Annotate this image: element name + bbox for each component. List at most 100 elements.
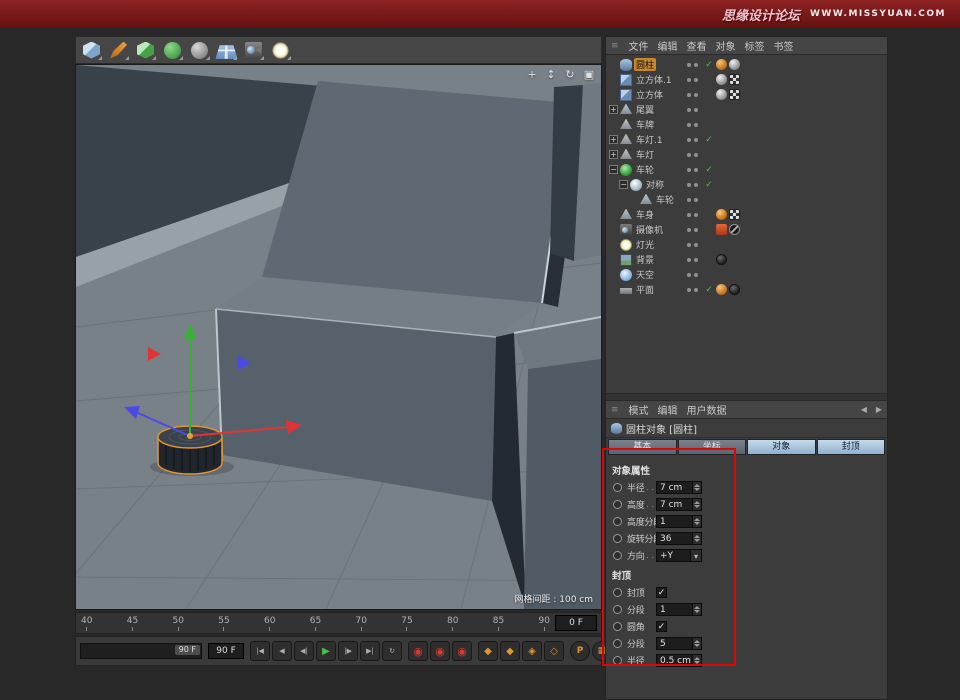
menu-item-查看[interactable]: 查看 xyxy=(687,38,707,53)
goto-start-button[interactable]: |◀ xyxy=(250,641,270,661)
object-row[interactable]: 圆柱✓ xyxy=(606,57,887,72)
checkbox[interactable]: ✓ xyxy=(656,621,667,632)
gizmo-origin[interactable] xyxy=(187,433,193,439)
object-row[interactable]: 灯光 xyxy=(606,237,887,252)
object-row[interactable]: +车灯 xyxy=(606,147,887,162)
visibility-dot[interactable] xyxy=(687,93,691,97)
panel-splitter[interactable] xyxy=(606,394,887,401)
visibility-dot[interactable] xyxy=(694,198,698,202)
menu-item-对象[interactable]: 对象 xyxy=(716,38,736,53)
tab-封顶[interactable]: 封顶 xyxy=(817,439,886,455)
checkbox[interactable]: ✓ xyxy=(656,587,667,598)
next-frame-button[interactable]: |▶ xyxy=(338,641,358,661)
stepper-up-icon[interactable] xyxy=(694,484,700,487)
stepper-down-icon[interactable] xyxy=(694,610,700,613)
end-frame-field[interactable]: 90 F xyxy=(208,643,244,659)
loop-button[interactable]: ↻ xyxy=(382,641,402,661)
toolbar-camera-button[interactable] xyxy=(241,38,266,62)
stepper-down-icon[interactable] xyxy=(694,644,700,647)
value-field[interactable]: 1 xyxy=(656,603,702,616)
prev-frame-button[interactable]: ◀| xyxy=(294,641,314,661)
stepper-down-icon[interactable] xyxy=(694,661,700,664)
play-button[interactable]: ▶ xyxy=(316,641,336,661)
visibility-dot[interactable] xyxy=(687,63,691,67)
visibility-dot[interactable] xyxy=(687,213,691,217)
menu-item-文件[interactable]: 文件 xyxy=(629,38,649,53)
object-row[interactable]: 平面✓ xyxy=(606,282,887,297)
value-field[interactable]: 7 cm xyxy=(656,481,702,494)
animation-dot-icon[interactable] xyxy=(613,534,622,543)
stepper-up-icon[interactable] xyxy=(694,501,700,504)
expander-icon[interactable]: + xyxy=(609,150,618,159)
visibility-dot[interactable] xyxy=(687,123,691,127)
animation-dot-icon[interactable] xyxy=(613,588,622,597)
stepper-down-icon[interactable] xyxy=(694,488,700,491)
object-row[interactable]: 车牌 xyxy=(606,117,887,132)
value-field[interactable]: 1 xyxy=(656,515,702,528)
panel-prev-arrow[interactable]: ◀ xyxy=(861,405,867,414)
stepper-arrows[interactable] xyxy=(692,604,701,615)
tab-坐标[interactable]: 坐标 xyxy=(678,439,747,455)
visibility-dot[interactable] xyxy=(694,108,698,112)
timeline-ruler[interactable]: 4045505560657075808590 0 F xyxy=(75,612,602,634)
stepper-down-icon[interactable] xyxy=(694,505,700,508)
visibility-dot[interactable] xyxy=(687,168,691,172)
animation-dot-icon[interactable] xyxy=(613,551,622,560)
record-keyframe-button[interactable]: ◆ xyxy=(478,641,498,661)
visibility-dot[interactable] xyxy=(694,93,698,97)
display-tag-icon[interactable] xyxy=(716,224,727,235)
range-handle[interactable]: 90 F xyxy=(175,645,200,655)
stepper-arrows[interactable] xyxy=(692,638,701,649)
toolbar-subdivision-button[interactable] xyxy=(133,38,158,62)
tab-基本[interactable]: 基本 xyxy=(608,439,677,455)
texture-tag-icon[interactable] xyxy=(729,89,740,100)
next-key-button[interactable]: ▶| xyxy=(360,641,380,661)
visibility-dot[interactable] xyxy=(687,198,691,202)
animation-dot-icon[interactable] xyxy=(613,639,622,648)
enable-check-icon[interactable]: ✓ xyxy=(702,135,716,145)
object-row[interactable]: 立方体 xyxy=(606,87,887,102)
playback-options-button[interactable]: P xyxy=(570,641,590,661)
visibility-dot[interactable] xyxy=(694,138,698,142)
toolbar-generator-button[interactable] xyxy=(160,38,185,62)
pan-icon[interactable]: + xyxy=(525,68,539,82)
autokey-button[interactable]: ◆ xyxy=(500,641,520,661)
stepper-down-icon[interactable] xyxy=(694,539,700,542)
object-row[interactable]: 背景 xyxy=(606,252,887,267)
material-tag-icon[interactable] xyxy=(716,59,727,70)
panel-grip-icon[interactable]: ≡ xyxy=(611,41,619,51)
viewport[interactable]: +↕↻▣ 网格间距 : 100 cm xyxy=(75,64,602,610)
compositing-tag-icon[interactable] xyxy=(716,254,727,265)
toolbar-environment-button[interactable] xyxy=(214,38,239,62)
phong-tag-icon[interactable] xyxy=(716,89,727,100)
stepper-up-icon[interactable] xyxy=(694,535,700,538)
target-tag-icon[interactable] xyxy=(729,224,740,235)
visibility-dot[interactable] xyxy=(687,108,691,112)
expander-icon[interactable]: − xyxy=(609,165,618,174)
material-tag-icon[interactable] xyxy=(716,284,727,295)
stepper-arrows[interactable] xyxy=(692,499,701,510)
enable-check-icon[interactable]: ✓ xyxy=(702,285,716,295)
tab-对象[interactable]: 对象 xyxy=(747,439,816,455)
object-row[interactable]: +车灯.1✓ xyxy=(606,132,887,147)
animation-dot-icon[interactable] xyxy=(613,656,622,665)
stepper-up-icon[interactable] xyxy=(694,640,700,643)
visibility-dot[interactable] xyxy=(687,243,691,247)
visibility-dot[interactable] xyxy=(694,123,698,127)
stepper-up-icon[interactable] xyxy=(694,657,700,660)
visibility-dot[interactable] xyxy=(694,183,698,187)
phong-tag-icon[interactable] xyxy=(716,74,727,85)
view-toggle-icon[interactable]: ▣ xyxy=(582,68,596,82)
prev-key-button[interactable]: ◀ xyxy=(272,641,292,661)
expander-icon[interactable]: + xyxy=(609,105,618,114)
visibility-dot[interactable] xyxy=(694,63,698,67)
animation-dot-icon[interactable] xyxy=(613,483,622,492)
viewport-canvas[interactable] xyxy=(76,65,601,609)
object-row[interactable]: 车轮 xyxy=(606,192,887,207)
enable-check-icon[interactable]: ✓ xyxy=(702,180,716,190)
visibility-dot[interactable] xyxy=(694,213,698,217)
animation-dot-icon[interactable] xyxy=(613,605,622,614)
visibility-dot[interactable] xyxy=(687,228,691,232)
visibility-dot[interactable] xyxy=(694,168,698,172)
phong-tag-icon[interactable] xyxy=(729,59,740,70)
